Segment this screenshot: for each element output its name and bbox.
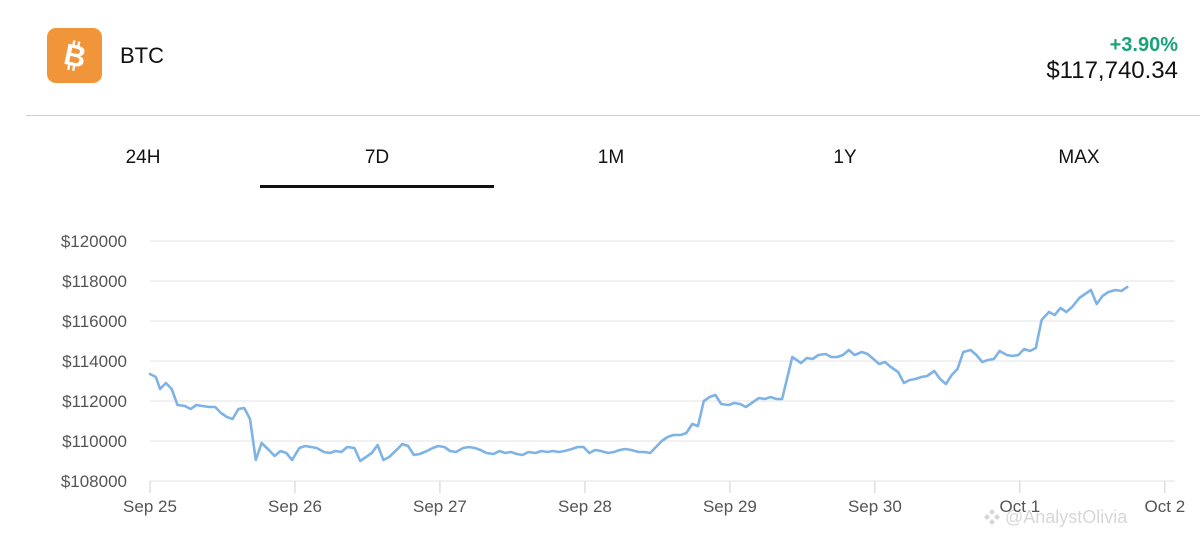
y-axis-ticks: $108000 $110000 $112000 $114000 $116000 $1180… — [61, 232, 127, 491]
timeframe-tabs: 24H 7D 1M 1Y MAX — [26, 132, 1200, 188]
tab-1y[interactable]: 1Y — [728, 132, 962, 188]
price-series — [148, 285, 1129, 463]
tab-max[interactable]: MAX — [962, 132, 1196, 188]
coin-header: B BTC +3.90% $117,740.34 — [0, 0, 1200, 116]
y-tick-label: $112000 — [62, 392, 127, 411]
current-price: $117,740.34 — [1046, 57, 1178, 84]
y-tick-label: $116000 — [62, 312, 127, 331]
price-block: +3.90% $117,740.34 — [1046, 33, 1178, 85]
tab-1m[interactable]: 1M — [494, 132, 728, 188]
x-tick-label: Oct 2 — [1145, 497, 1186, 516]
coin-symbol: BTC — [120, 43, 164, 68]
x-tick-label: Sep 28 — [558, 497, 612, 516]
y-tick-label: $114000 — [62, 352, 127, 371]
watermark: @AnalystOlivia — [983, 507, 1127, 528]
x-tick-label: Sep 30 — [848, 497, 902, 516]
x-tick-label: Sep 29 — [703, 497, 757, 516]
x-tick-label: Sep 27 — [413, 497, 467, 516]
x-tick-label: Sep 26 — [268, 497, 322, 516]
y-tick-label: $120000 — [61, 232, 127, 251]
bitcoin-icon: B — [47, 28, 102, 83]
price-change: +3.90% — [1109, 34, 1178, 56]
y-tick-label: $108000 — [61, 472, 127, 491]
tab-24h[interactable]: 24H — [26, 132, 260, 188]
price-line — [148, 285, 1129, 463]
tab-7d[interactable]: 7D — [260, 132, 494, 188]
y-tick-label: $110000 — [62, 432, 127, 451]
exchange-logo-icon — [984, 509, 1000, 525]
chart-grid — [149, 240, 1175, 493]
y-tick-label: $118000 — [62, 272, 127, 291]
header-divider — [26, 115, 1200, 116]
watermark-text: @AnalystOlivia — [1005, 507, 1128, 527]
x-tick-label: Sep 25 — [123, 497, 177, 516]
price-chart: $108000 $110000 $112000 $114000 $116000 $1180… — [61, 232, 1186, 516]
